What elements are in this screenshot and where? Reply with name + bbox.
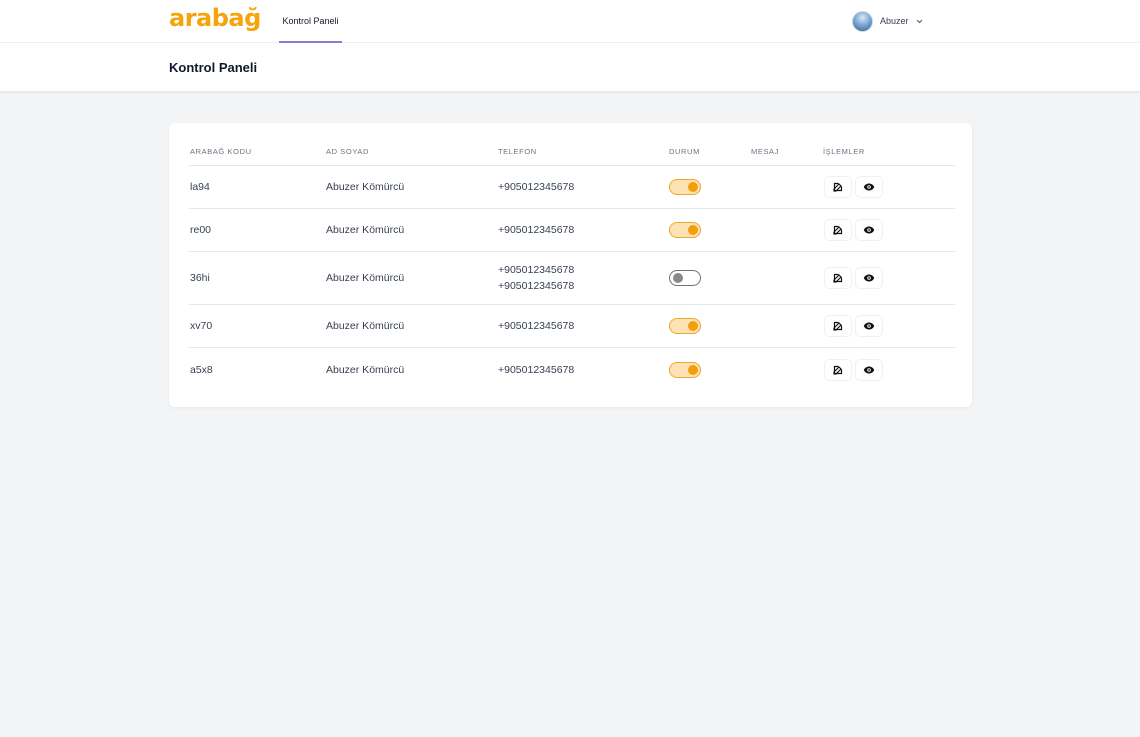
phone-number: +905012345678 [498,363,575,376]
logo[interactable]: arabağ [169,4,261,32]
page-header: Kontrol Paneli [0,43,1140,92]
name-cell: Abuzer Kömürcü [326,320,405,332]
name-cell: Abuzer Kömürcü [326,224,405,236]
toggle-knob [688,321,698,331]
eye-icon [863,320,875,332]
status-toggle[interactable] [669,361,701,378]
code-cell: 36hi [190,272,210,284]
status-toggle[interactable] [669,318,701,334]
view-button[interactable] [856,316,882,336]
phone-cell: +905012345678 [498,209,574,251]
column-header-actions: İŞLEMLER [823,147,865,156]
page-title: Kontrol Paneli [169,60,258,75]
eye-icon [863,272,875,284]
view-button[interactable] [856,220,882,240]
row-actions [825,252,882,304]
edit-icon [832,181,844,193]
edit-icon [832,224,844,236]
table-header: ARABAĞ KODU AD SOYAD TELEFON DURUM MESAJ… [189,143,955,166]
phone-number: +905012345678 [498,264,575,276]
phone-cell: +905012345678 +905012345678 [498,252,574,304]
table-row: a5x8 Abuzer Kömürcü +905012345678 [189,348,955,391]
eye-icon [863,181,875,193]
phone-number: +905012345678 [498,224,575,236]
code-cell: a5x8 [190,363,213,376]
row-actions [825,348,882,391]
chevron-down-icon [916,19,922,23]
phone-number: +905012345678 [498,280,575,292]
toggle-knob [688,182,698,192]
phone-cell: +905012345678 [498,348,574,391]
table-row: xv70 Abuzer Kömürcü +905012345678 [189,305,955,348]
phone-cell: +905012345678 [498,166,574,208]
view-button[interactable] [856,359,882,380]
top-navbar: arabağ Kontrol Paneli Abuzer [0,0,1140,43]
name-cell: Abuzer Kömürcü [326,272,405,284]
edit-button[interactable] [825,359,851,380]
user-name: Abuzer [880,16,909,26]
status-toggle[interactable] [669,222,701,238]
column-header-message: MESAJ [751,147,780,156]
column-header-code: ARABAĞ KODU [190,147,252,156]
edit-icon [832,272,844,284]
edit-icon [832,320,844,332]
status-toggle[interactable] [669,179,701,195]
toggle-knob [673,273,683,283]
code-cell: re00 [190,224,212,236]
data-table: ARABAĞ KODU AD SOYAD TELEFON DURUM MESAJ… [189,143,955,391]
name-cell: Abuzer Kömürcü [326,363,405,376]
view-button[interactable] [856,177,882,197]
table-row: re00 Abuzer Kömürcü +905012345678 [189,209,955,252]
row-actions [825,209,882,251]
toggle-knob [688,364,698,375]
nav-tab-kontrol-paneli[interactable]: Kontrol Paneli [279,0,342,43]
eye-icon [863,364,875,376]
phone-number: +905012345678 [498,320,575,332]
code-cell: xv70 [190,320,213,332]
status-toggle[interactable] [669,270,701,286]
edit-button[interactable] [825,316,851,336]
table-row: la94 Abuzer Kömürcü +905012345678 [189,166,955,209]
edit-button[interactable] [825,220,851,240]
phone-number: +905012345678 [498,181,575,193]
row-actions [825,166,882,208]
code-cell: la94 [190,181,210,193]
table-body: la94 Abuzer Kömürcü +905012345678 re00 Abuze… [189,166,955,391]
row-actions [825,305,882,347]
eye-icon [863,224,875,236]
edit-button[interactable] [825,177,851,197]
toggle-knob [688,225,698,235]
name-cell: Abuzer Kömürcü [326,181,405,193]
column-header-status: DURUM [669,147,700,156]
phone-cell: +905012345678 [498,305,574,347]
data-card: ARABAĞ KODU AD SOYAD TELEFON DURUM MESAJ… [169,123,972,407]
edit-icon [832,364,844,376]
edit-button[interactable] [825,268,851,288]
avatar [852,10,873,32]
table-row: 36hi Abuzer Kömürcü +905012345678 +90501234… [189,252,955,305]
column-header-phone: TELEFON [498,147,537,156]
column-header-name: AD SOYAD [326,147,370,156]
view-button[interactable] [856,268,882,288]
user-menu[interactable]: Abuzer [852,10,923,32]
